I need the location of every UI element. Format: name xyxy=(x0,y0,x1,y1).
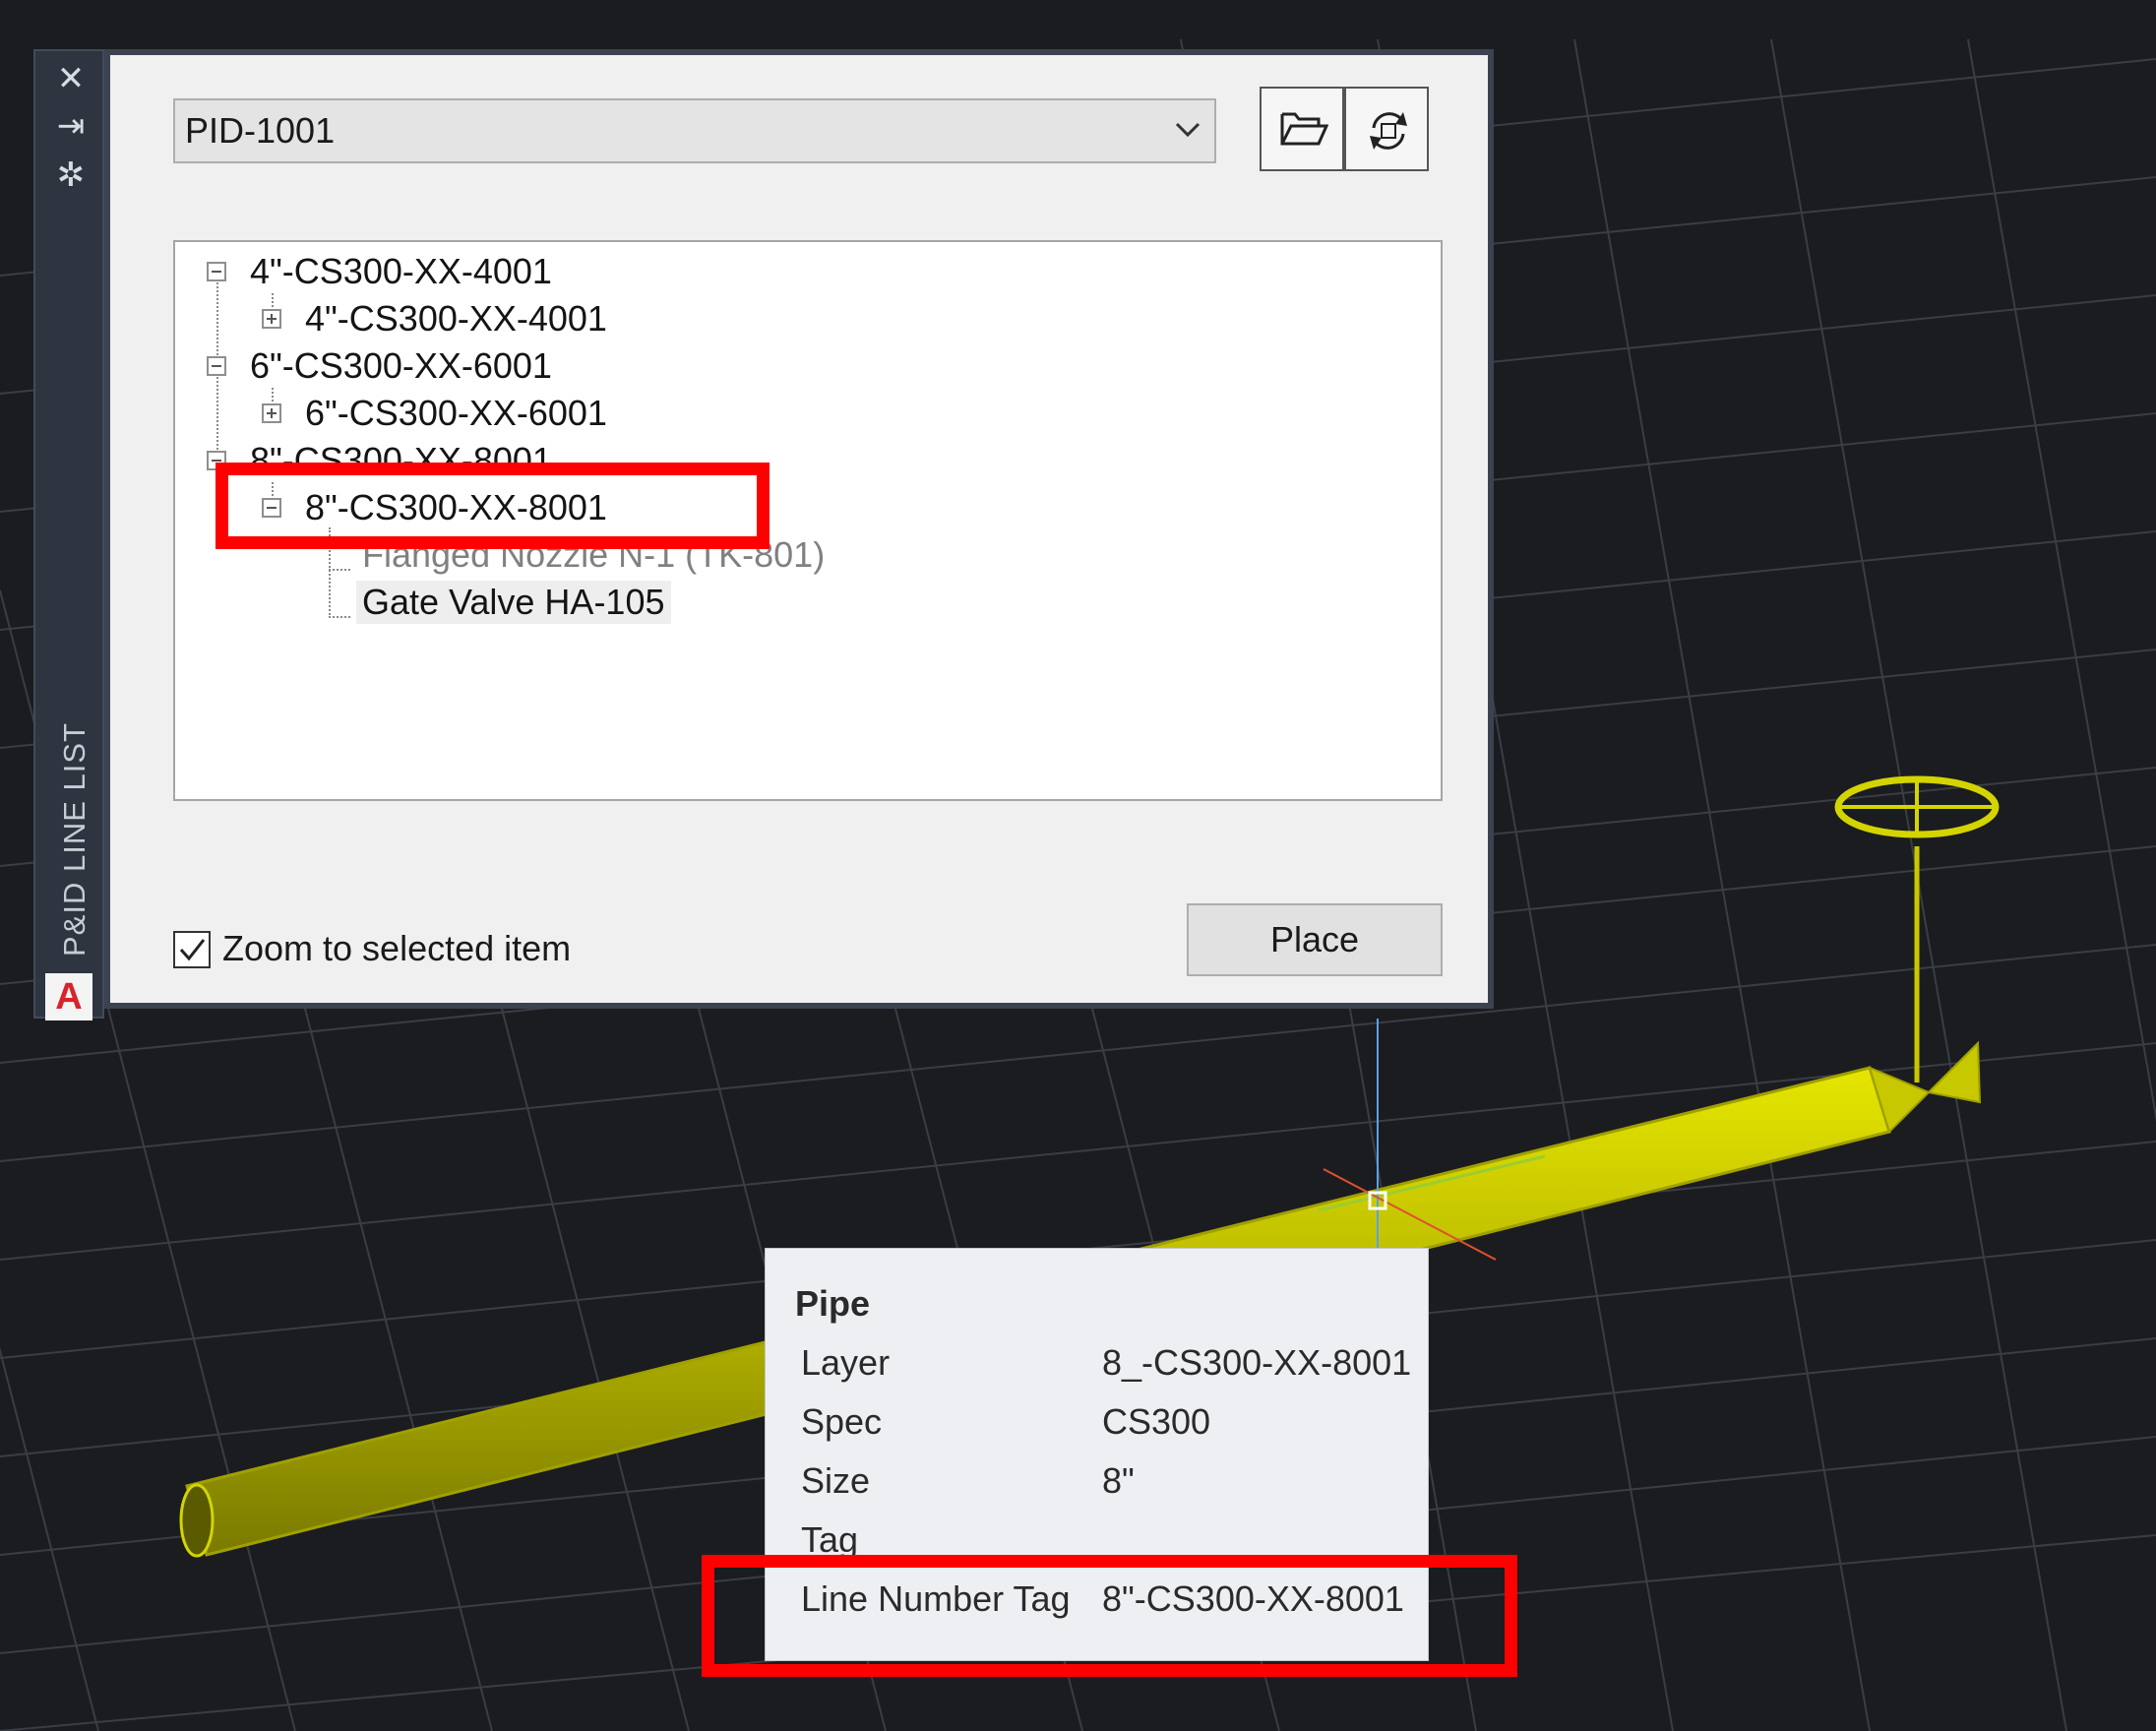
collapse-toggle[interactable] xyxy=(207,356,226,376)
properties-icon[interactable]: ✲ xyxy=(35,155,106,195)
expand-toggle[interactable] xyxy=(262,403,281,423)
tree-node-pipe-4001[interactable]: 4"-CS300-XX-4001 xyxy=(305,297,607,340)
drawing-select-value: PID-1001 xyxy=(185,110,336,151)
tree-node-pipe-6001[interactable]: 6"-CS300-XX-6001 xyxy=(305,392,607,435)
tooltip-value: 8_-CS300-XX-8001 xyxy=(1102,1342,1412,1383)
tooltip-label: Layer xyxy=(801,1342,891,1383)
refresh-button[interactable] xyxy=(1344,87,1429,171)
open-drawing-button[interactable] xyxy=(1260,87,1344,171)
tree-connector xyxy=(329,569,350,571)
tree-node-gate-valve[interactable]: Gate Valve HA-105 xyxy=(356,581,671,624)
palette-side-strip: ✕ ⇥ ✲ P&ID LINE LIST A xyxy=(33,49,106,1020)
expand-toggle[interactable] xyxy=(262,309,281,329)
tooltip-label: Spec xyxy=(801,1401,883,1442)
checkmark-icon xyxy=(179,939,206,961)
tree-highlight-box xyxy=(216,463,770,549)
tooltip-label: Size xyxy=(801,1460,871,1501)
place-button[interactable]: Place xyxy=(1187,903,1443,976)
autohide-icon[interactable]: ⇥ xyxy=(35,106,106,146)
tooltip-value: CS300 xyxy=(1102,1401,1211,1442)
zoom-to-selected-checkbox[interactable] xyxy=(173,931,211,968)
tooltip-value: 8" xyxy=(1102,1460,1135,1501)
autocad-logo: A xyxy=(45,973,92,1020)
refresh-icon xyxy=(1370,112,1407,150)
tree-node-line-4001[interactable]: 4"-CS300-XX-4001 xyxy=(250,250,552,293)
drawing-select[interactable]: PID-1001 xyxy=(173,98,1216,163)
tree-connector xyxy=(329,616,350,618)
tooltip-title: Pipe xyxy=(795,1283,871,1324)
chevron-down-icon xyxy=(1175,122,1201,138)
palette-title: P&ID LINE LIST xyxy=(57,722,92,957)
tooltip-highlight-box xyxy=(702,1555,1517,1677)
collapse-toggle[interactable] xyxy=(207,262,226,281)
zoom-to-selected-label: Zoom to selected item xyxy=(222,928,572,968)
folder-open-icon xyxy=(1280,112,1328,146)
tree-node-line-6001[interactable]: 6"-CS300-XX-6001 xyxy=(250,344,552,388)
close-icon[interactable]: ✕ xyxy=(35,59,106,98)
